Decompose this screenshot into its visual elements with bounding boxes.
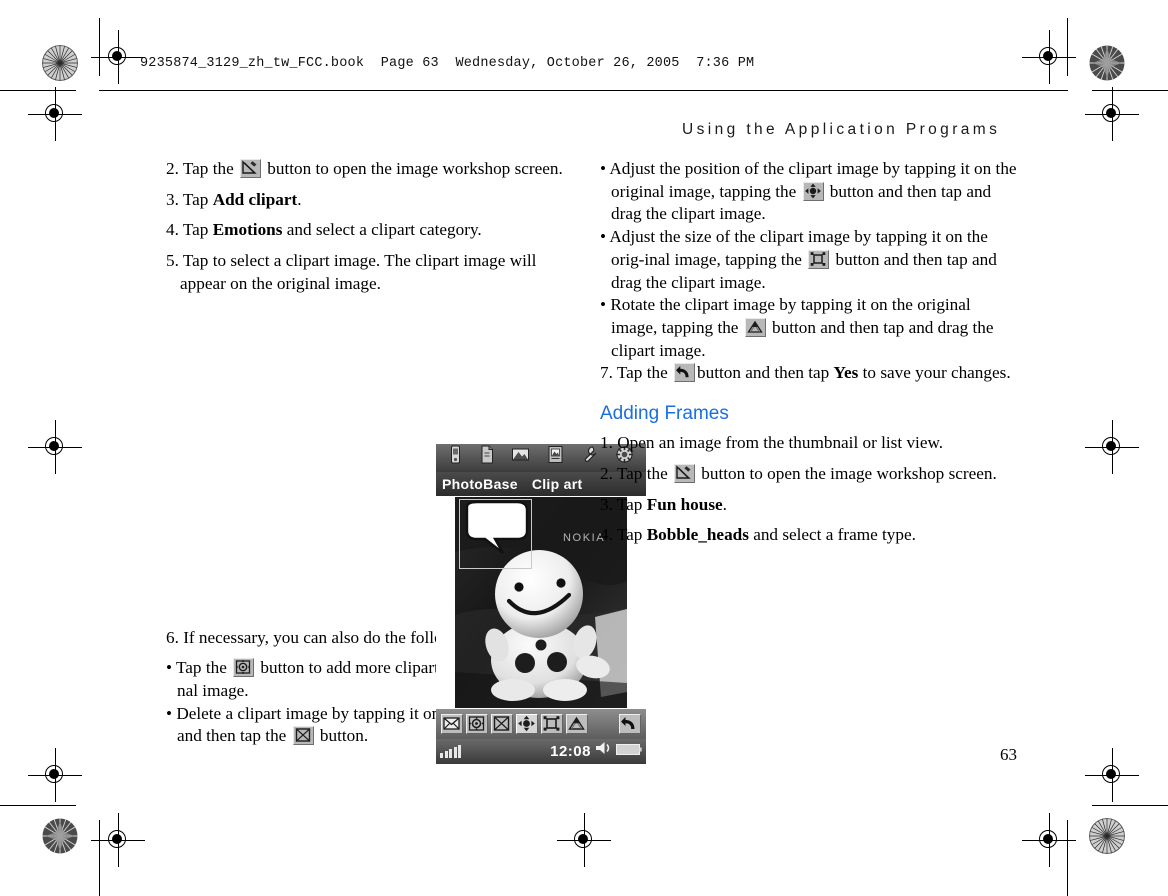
resize-icon[interactable] [541, 714, 563, 734]
registration-target-bottom-center [557, 813, 611, 867]
registration-target-right-upper [1085, 87, 1139, 141]
crop-line-right-lower [1092, 805, 1168, 807]
left-text-column: 2. Tap the button to open the image work… [166, 158, 646, 764]
step-7-right: 7. Tap the button and then tap Yes to sa… [600, 363, 1011, 383]
registration-target-right-middle [1085, 420, 1139, 474]
app-name-label: PhotoBase [442, 475, 518, 492]
right-text-column: • Adjust the position of the clipart ima… [600, 158, 1018, 555]
step-2-left: 2. Tap the button to open the image work… [166, 159, 563, 178]
step-4-frames: 4. Tap Bobble_heads and select a frame t… [600, 525, 916, 545]
delete-clipart-icon [292, 726, 314, 746]
registration-target-right-lower [1085, 748, 1139, 802]
mode-name-label: Clip art [531, 475, 583, 492]
step-2-frames: 2. Tap the button to open the image work… [600, 463, 997, 483]
registration-star-mark-top-right [1089, 45, 1125, 81]
edit-pencil-icon [674, 463, 695, 483]
crop-line-left-upper [0, 90, 76, 92]
add-clipart-term: Add clipart [212, 189, 298, 209]
step-3-frames: 3. Tap Fun house. [600, 494, 727, 514]
document-icon [479, 445, 495, 471]
add-clipart-icon [233, 658, 255, 678]
crop-line-left-lower [0, 805, 76, 807]
page-title: Using the Application Programs [682, 121, 1001, 138]
album-icon [547, 445, 564, 471]
section-heading-adding-frames: Adding Frames [600, 403, 729, 425]
rotate-icon [744, 317, 766, 337]
emotions-term: Emotions [212, 220, 283, 240]
move-icon[interactable] [516, 714, 538, 734]
fun-house-term: Fun house [646, 494, 723, 514]
device-toolbar [436, 709, 646, 739]
registration-target-bottom-right [1022, 813, 1076, 867]
step-4-left: 4. Tap Emotions and select a clipart cat… [166, 220, 482, 240]
photo-icon [511, 446, 530, 470]
crop-line-bottom-right [1067, 820, 1069, 896]
move-icon [802, 181, 824, 201]
registration-target-left-middle [28, 420, 82, 474]
edit-pencil-icon [240, 159, 261, 178]
header-rule [99, 90, 1068, 92]
rotate-icon[interactable] [566, 714, 588, 734]
device-status-bar: 12:08 [436, 739, 646, 764]
bobble-heads-term: Bobble_heads [646, 525, 749, 545]
step-3-left: 3. Tap Add clipart. [166, 189, 302, 209]
registration-target-top-right [1022, 30, 1076, 84]
page-number: 63 [1000, 745, 1017, 764]
speaker-icon [594, 740, 614, 763]
crop-line-top [99, 18, 101, 76]
bullet-rotate: • Rotate the clipart image by tapping it… [600, 295, 994, 360]
tools-icon [580, 445, 599, 471]
delete-clipart-icon[interactable] [491, 714, 513, 734]
back-arrow-icon[interactable] [619, 714, 641, 734]
bullet-adjust-size: • Adjust the size of the clipart image b… [600, 227, 997, 292]
registration-target-left-lower [28, 748, 82, 802]
registration-star-mark-bottom-left [42, 818, 78, 854]
step-1-frames: 1. Open an image from the thumbnail or l… [600, 433, 944, 453]
crop-line-right-upper [1092, 90, 1168, 92]
registration-target-top-left [91, 30, 145, 84]
registration-star-mark-bottom-right [1089, 818, 1125, 854]
battery-icon [616, 740, 642, 763]
step-5-left: 5. Tap to select a clipart image. The cl… [166, 251, 537, 293]
status-time: 12:08 [550, 742, 591, 760]
resize-icon [808, 249, 830, 269]
printed-page: 9235874_3129_zh_tw_FCC.book Page 63 Wedn… [0, 0, 1168, 896]
bullet-adjust-position: • Adjust the position of the clipart ima… [600, 159, 1017, 224]
svg-text:NOKIA: NOKIA [563, 532, 605, 544]
crop-line-bottom-left [99, 820, 101, 896]
registration-star-mark-top-left [42, 45, 78, 81]
back-arrow-icon [674, 363, 695, 383]
registration-target-left-upper [28, 87, 82, 141]
book-file-header: 9235874_3129_zh_tw_FCC.book Page 63 Wedn… [140, 56, 755, 71]
registration-target-bottom-left [91, 813, 145, 867]
signal-bars-icon [440, 744, 461, 758]
add-clipart-icon[interactable] [466, 714, 488, 734]
crop-line-top-right [1067, 18, 1069, 76]
phone-icon [448, 445, 463, 471]
clipart-selection-frame[interactable] [459, 499, 532, 569]
save-icon[interactable] [441, 714, 463, 734]
yes-term: Yes [833, 363, 859, 383]
